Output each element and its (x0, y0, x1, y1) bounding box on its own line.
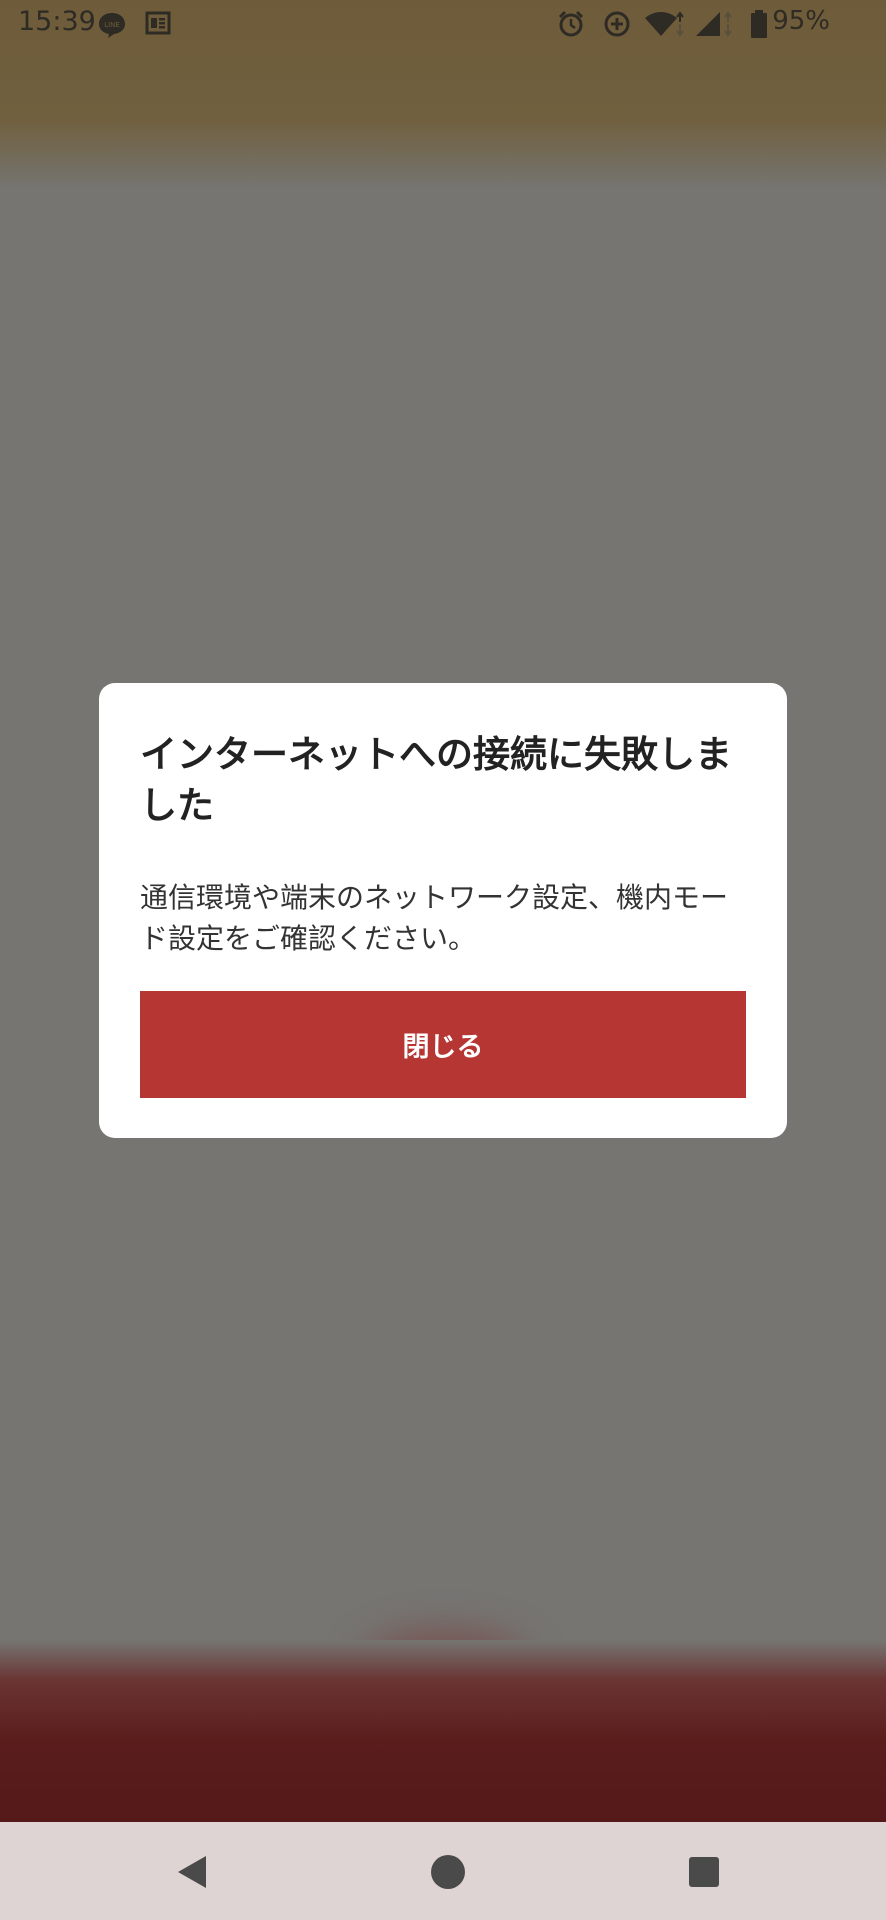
close-button[interactable]: 閉じる (140, 991, 746, 1098)
dialog-title: インターネットへの接続に失敗しました (140, 733, 732, 827)
recents-button[interactable] (680, 1848, 728, 1896)
blurred-app-tab-bar (0, 1640, 886, 1822)
recents-icon (689, 1857, 719, 1887)
svg-text:LINE: LINE (104, 21, 120, 29)
home-button[interactable] (424, 1848, 472, 1896)
data-saver-icon (603, 10, 631, 42)
alarm-icon (557, 10, 585, 42)
back-button[interactable] (168, 1848, 216, 1896)
connection-error-dialog: インターネットへの接続に失敗しました 通信環境や端末のネットワーク設定、機内モー… (99, 683, 787, 1138)
status-time: 15:39 (18, 6, 96, 37)
back-icon (178, 1856, 206, 1888)
line-app-icon: LINE (97, 10, 127, 44)
status-bar: 15:39 LINE 95% (0, 0, 886, 48)
system-navigation-bar (0, 1822, 886, 1920)
battery-icon (750, 10, 768, 42)
wifi-icon (643, 10, 685, 42)
battery-percentage: 95% (772, 6, 830, 36)
news-icon (145, 10, 171, 40)
home-icon (431, 1855, 465, 1889)
cell-signal-icon (694, 10, 736, 42)
dialog-message: 通信環境や端末のネットワーク設定、機内モード設定をご確認ください。 (140, 881, 729, 955)
screen: 15:39 LINE 95% インターネットへの接続に失敗しました 通信環境や端… (0, 0, 886, 1920)
